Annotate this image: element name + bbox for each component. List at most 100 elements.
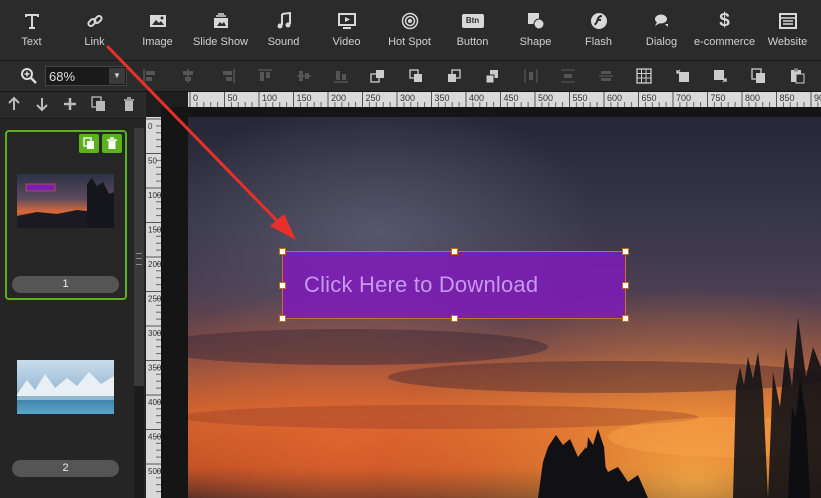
button-icon: Btn [461,10,484,32]
page-2-preview [17,360,114,414]
slideshow-icon [212,10,230,32]
toolbar-hotspot-button[interactable]: Hot Spot [378,0,441,60]
ruler-label: 500 [148,467,161,476]
ruler-label: 200 [331,93,346,103]
ruler-label: 600 [607,93,622,103]
vertical-ruler-ticks: 0 50 100 150 200 250 300 350 400 450 500 [146,118,161,493]
toolbar-dialog-label: Dialog [645,36,678,48]
toolbar-sound-button[interactable]: Sound [252,0,315,60]
resize-handle-bottom-left[interactable] [279,315,286,322]
grid-icon[interactable] [636,68,652,84]
bring-forward-icon[interactable] [408,68,424,84]
align-left-icon[interactable] [142,68,158,84]
ruler-label: 0 [193,93,198,103]
zoom-select[interactable]: 68% ▼ [45,66,127,86]
page-1-preview [17,174,114,228]
music-note-icon [276,10,292,32]
ruler-label: 500 [538,93,553,103]
zoom-value: 68% [49,69,76,84]
toolbar-website-button[interactable]: Website [756,0,819,60]
align-center-icon[interactable] [180,68,196,84]
toolbar-sound-label: Sound [267,36,300,48]
download-button[interactable]: Click Here to Download [282,251,626,319]
ruler-label: 750 [711,93,726,103]
align-bottom-icon[interactable] [333,68,349,84]
resize-handle-bottom[interactable] [451,315,458,322]
horizontal-ruler-ticks: 0 50 100 150 200 250 300 350 400 450 500 550 600 650 7… [189,92,821,107]
send-to-back-icon[interactable] [484,68,500,84]
move-down-layer-icon[interactable] [712,68,728,84]
send-backward-icon[interactable] [446,68,462,84]
main-toolbar: Text Link Image Slide Show Sound Video H… [0,0,821,61]
trash-icon[interactable] [121,96,137,112]
ruler-label: 450 [504,93,519,103]
image-icon [149,10,167,32]
ruler-label: 250 [148,295,161,304]
toolbar-dialog-button[interactable]: Dialog [630,0,693,60]
arrow-down-icon[interactable] [34,96,50,112]
bring-to-front-icon[interactable] [370,68,386,84]
resize-handle-top-right[interactable] [622,248,629,255]
ruler-label: 200 [148,260,161,269]
resize-handle-bottom-right[interactable] [622,315,629,322]
toolbar-hotspot-label: Hot Spot [388,36,431,48]
align-right-icon[interactable] [220,68,236,84]
toolbar-shape-button[interactable]: Shape [504,0,567,60]
page-thumbnail-1[interactable]: 1 [5,130,127,300]
toolbar-flash-button[interactable]: Flash [567,0,630,60]
toolbar-ecommerce-label: e-commerce [693,36,756,48]
distribute-vertical-icon[interactable] [560,68,576,84]
video-icon [337,10,356,32]
website-icon [778,10,797,32]
ruler-label: 150 [148,226,161,235]
zoom-icon[interactable] [20,67,38,85]
add-page-icon[interactable] [62,96,78,112]
page-thumbnail-2[interactable]: 2 [7,350,125,480]
copy-icon[interactable] [751,68,767,84]
toolbar-flash-label: Flash [585,36,612,48]
resize-handle-top[interactable] [451,248,458,255]
download-button-label: Click Here to Download [304,272,539,297]
same-size-icon[interactable] [598,68,614,84]
toolbar-image-button[interactable]: Image [126,0,189,60]
toolbar-website-label: Website [767,36,808,48]
duplicate-page-icon[interactable] [91,96,107,112]
resize-handle-left[interactable] [279,282,286,289]
ruler-label: 450 [148,433,161,442]
ruler-label: 0 [148,122,153,131]
button-badge: Btn [461,14,484,28]
toolbar-video-button[interactable]: Video [315,0,378,60]
format-toolbar: 68% ▼ [0,61,821,92]
resize-handle-right[interactable] [622,282,629,289]
align-middle-icon[interactable] [296,68,312,84]
toolbar-text-button[interactable]: Text [0,0,63,60]
distribute-horizontal-icon[interactable] [523,68,539,84]
vertical-ruler: 0 50 100 150 200 250 300 350 400 450 500 [146,117,161,498]
resize-handle-top-left[interactable] [279,248,286,255]
ruler-label: 650 [642,93,657,103]
toolbar-link-button[interactable]: Link [63,0,126,60]
ruler-label: 900 [814,93,821,103]
chevron-down-icon[interactable]: ▼ [109,68,125,84]
duplicate-icon[interactable] [79,134,99,153]
ruler-label: 700 [676,93,691,103]
toolbar-ecommerce-button[interactable]: $ e-commerce [693,0,756,60]
toolbar-button-button[interactable]: Btn Button [441,0,504,60]
page-number-badge: 1 [12,276,119,293]
move-up-layer-icon[interactable] [675,68,691,84]
arrow-up-icon[interactable] [6,96,22,112]
paste-icon[interactable] [789,68,805,84]
ruler-label: 150 [297,93,312,103]
toolbar-slideshow-button[interactable]: Slide Show [189,0,252,60]
align-top-icon[interactable] [257,68,273,84]
ruler-label: 50 [148,157,157,166]
link-icon [86,10,104,32]
trash-icon[interactable] [102,134,122,153]
hotspot-icon [401,10,419,32]
ruler-label: 400 [469,93,484,103]
ruler-label: 300 [400,93,415,103]
toolbar-text-label: Text [21,36,42,48]
text-icon [23,10,41,32]
ruler-label: 800 [745,93,760,103]
toolbar-link-label: Link [84,36,105,48]
